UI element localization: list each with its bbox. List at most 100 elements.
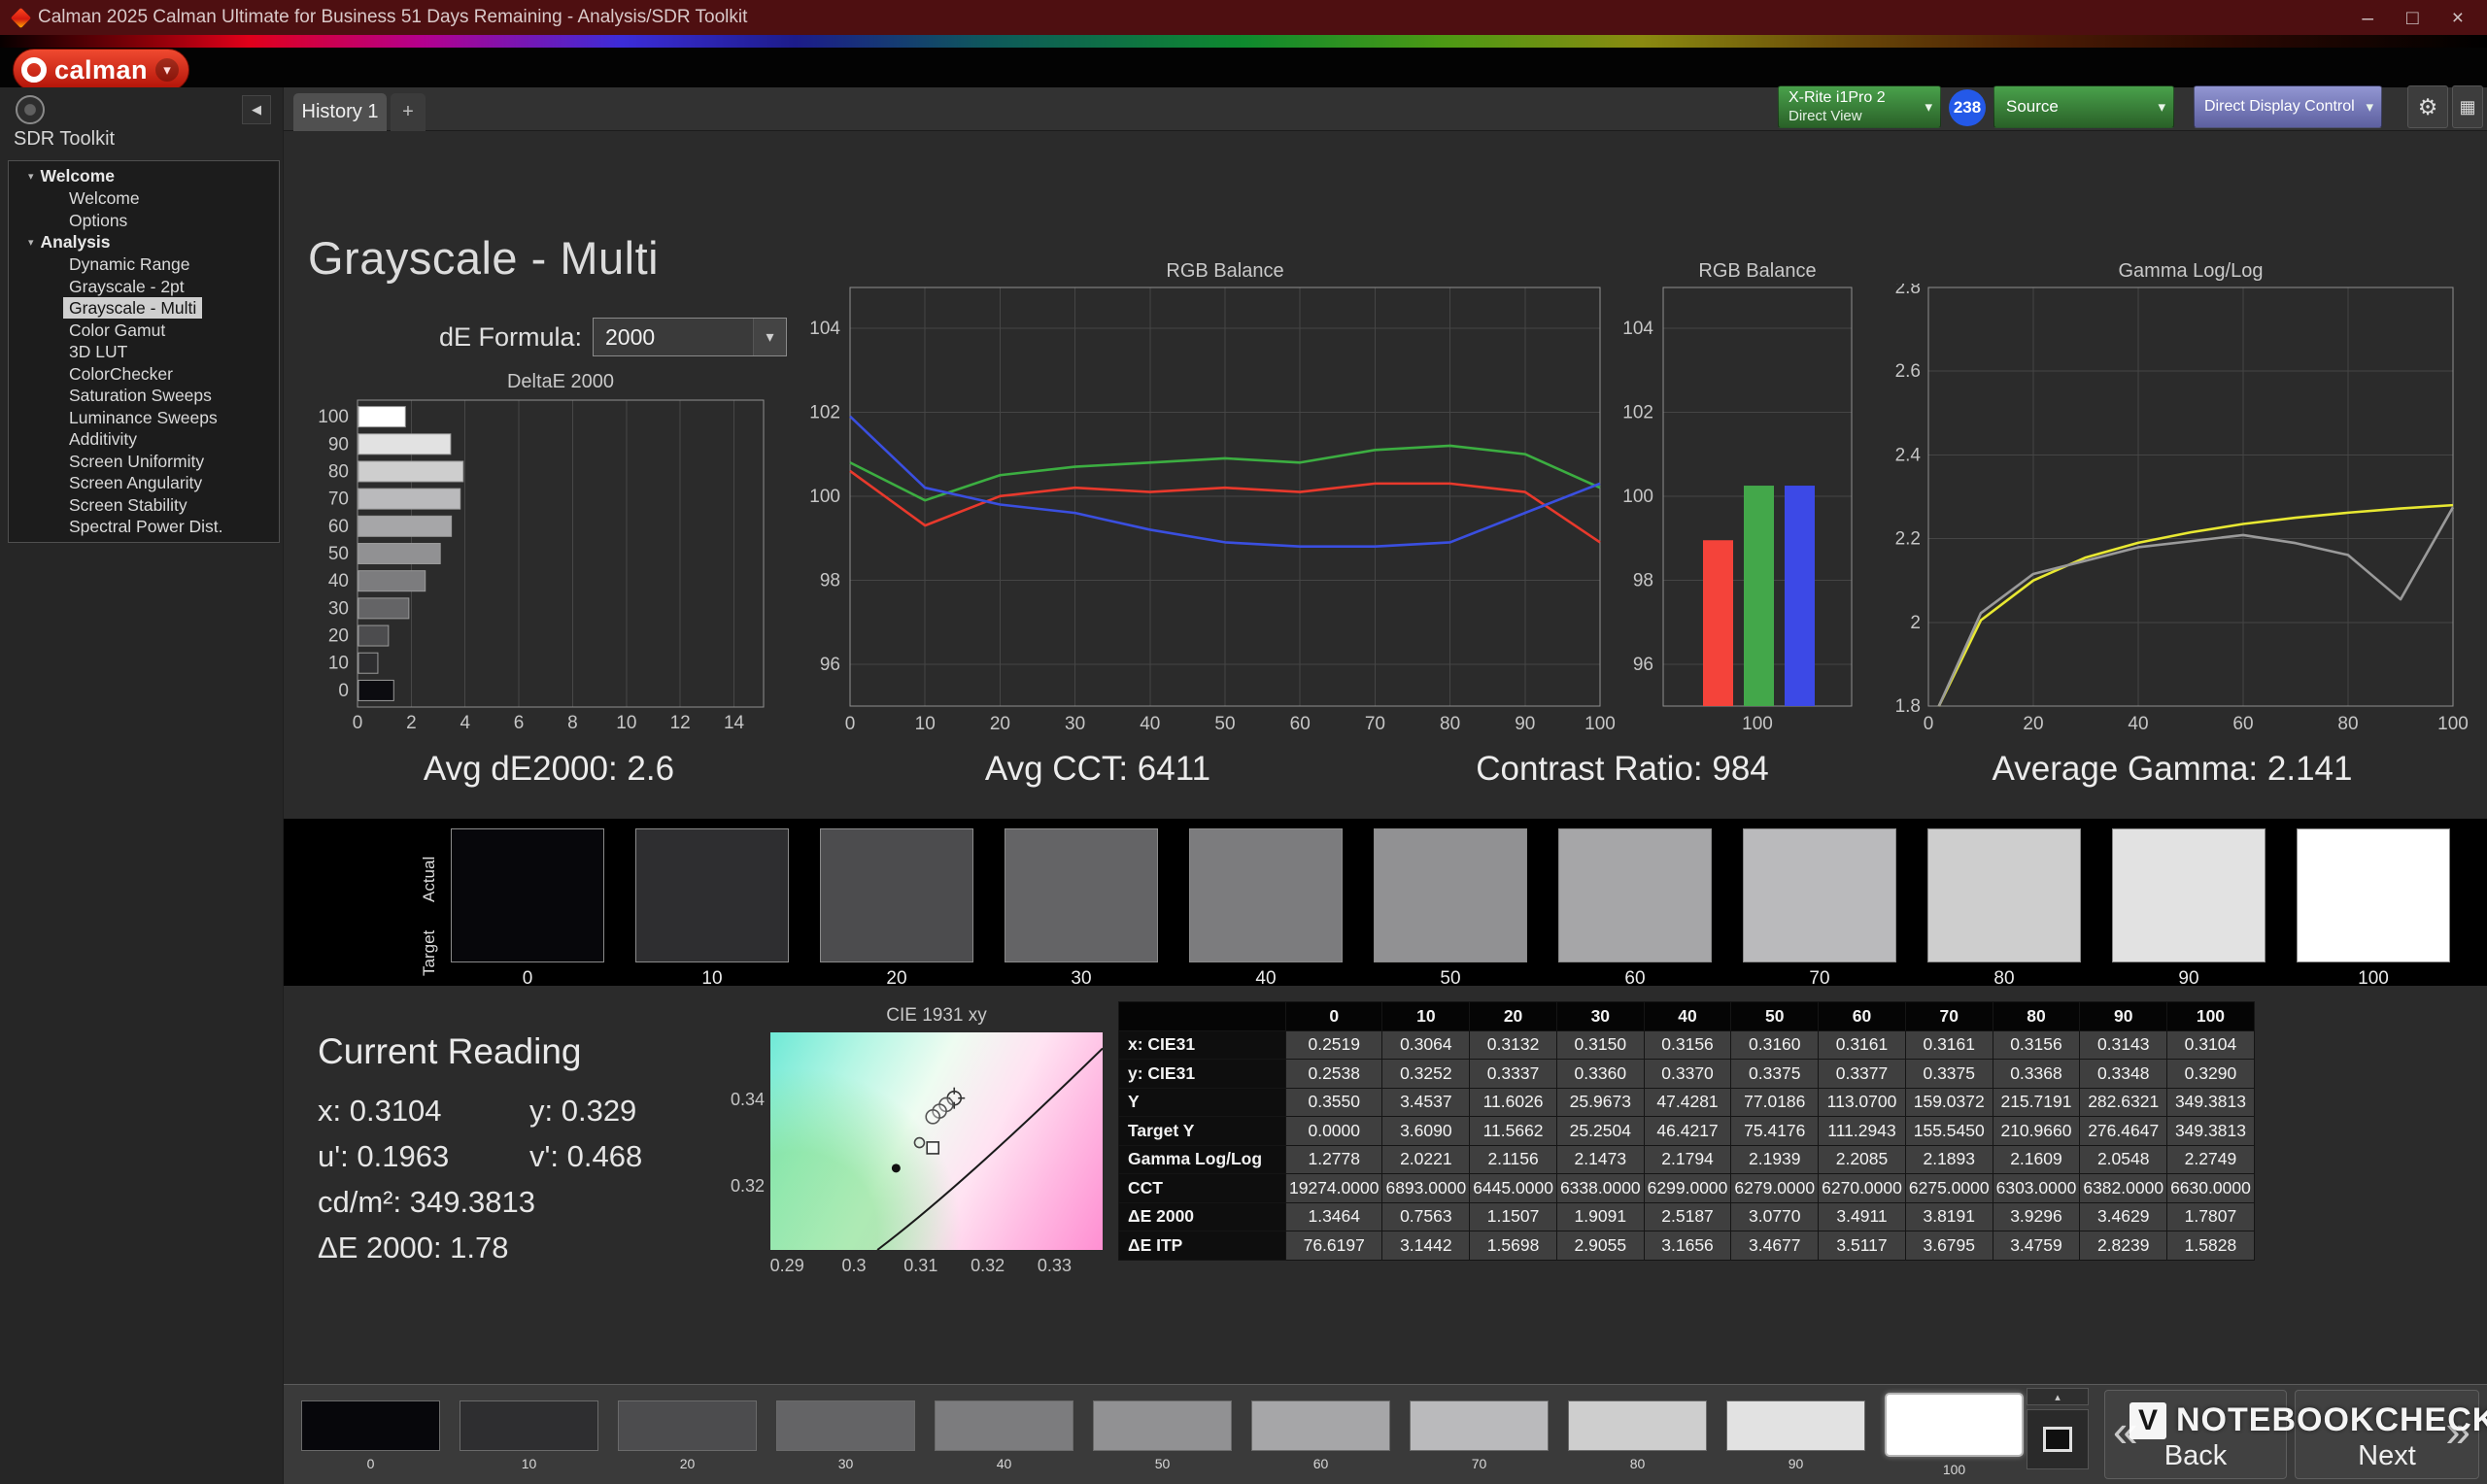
close-button[interactable]: × [2452, 8, 2464, 28]
sidebar-item-additivity[interactable]: Additivity [9, 428, 279, 451]
svg-text:70: 70 [328, 489, 349, 510]
table-cell: 2.1794 [1643, 1144, 1732, 1174]
grayscale-swatch-80 [1927, 828, 2081, 962]
sidebar-collapse-button[interactable]: ◀ [242, 95, 271, 124]
pattern-level-100[interactable]: 100 [1885, 1393, 2024, 1477]
sidebar-item-screen-stability[interactable]: Screen Stability [9, 494, 279, 517]
sidebar-item-spectral-power-dist[interactable]: Spectral Power Dist. [9, 516, 279, 538]
grayscale-swatch-60 [1558, 828, 1712, 962]
table-cell: 3.4759 [1992, 1231, 2081, 1261]
table-cell: 6299.0000 [1643, 1173, 1732, 1203]
table-cell: 0.3132 [1469, 1029, 1557, 1060]
chart-title: DeltaE 2000 [506, 371, 615, 392]
sidebar-item-grayscale-multi[interactable]: Grayscale - Multi [9, 297, 279, 320]
restore-button[interactable]: □ [2406, 8, 2419, 28]
tree-group-analysis[interactable]: ▾ Analysis [9, 231, 279, 253]
pattern-level-80[interactable]: 80 [1568, 1400, 1707, 1471]
sidebar-item-welcome[interactable]: Welcome [9, 187, 279, 210]
sidebar-item-color-gamut[interactable]: Color Gamut [9, 320, 279, 342]
table-row-label: CCT [1118, 1173, 1286, 1203]
svg-text:98: 98 [820, 570, 840, 590]
table-cell: 276.4647 [2079, 1116, 2168, 1146]
pattern-level-0[interactable]: 0 [301, 1400, 440, 1471]
pattern-level-swatch [1093, 1400, 1232, 1451]
pattern-level-50[interactable]: 50 [1093, 1400, 1232, 1471]
table-cell: 6382.0000 [2079, 1173, 2168, 1203]
svg-text:2.8: 2.8 [1895, 284, 1921, 298]
de-formula-select[interactable]: 2000 ▾ [593, 318, 787, 356]
pattern-level-20[interactable]: 20 [618, 1400, 757, 1471]
sidebar-item-grayscale-2pt[interactable]: Grayscale - 2pt [9, 276, 279, 298]
svg-text:40: 40 [2128, 714, 2148, 734]
svg-text:100: 100 [2437, 714, 2469, 734]
sidebar-item-saturation-sweeps[interactable]: Saturation Sweeps [9, 385, 279, 407]
table-cell: 111.2943 [1818, 1116, 1906, 1146]
svg-text:70: 70 [1365, 714, 1385, 734]
svg-text:80: 80 [328, 461, 349, 482]
grayscale-swatch-cell-100: 100 [2297, 828, 2450, 990]
table-cell: 11.5662 [1469, 1116, 1557, 1146]
pattern-level-label: 100 [1942, 1462, 1966, 1477]
table-cell: 113.0700 [1818, 1087, 1906, 1117]
svg-text:80: 80 [2337, 714, 2358, 734]
cie-xtick: 0.33 [1037, 1256, 1072, 1275]
gamma-chart-canvas: 0 20 40 60 80 100 2.8 2.6 2.4 2.2 2 1.8 [1895, 284, 2469, 734]
pattern-level-90[interactable]: 90 [1726, 1400, 1865, 1471]
expander-icon[interactable]: ▾ [28, 236, 34, 249]
svg-text:4: 4 [460, 713, 470, 733]
sidebar-item-options[interactable]: Options [9, 210, 279, 232]
pattern-level-40[interactable]: 40 [935, 1400, 1073, 1471]
grayscale-swatch-label: 30 [1071, 968, 1092, 989]
meter-count-badge[interactable]: 238 [1949, 89, 1986, 126]
add-tab-button[interactable]: + [391, 93, 426, 131]
sidebar-item-3d-lut[interactable]: 3D LUT [9, 341, 279, 363]
display-control-button[interactable]: Direct Display Control ▾ [2194, 85, 2382, 128]
pattern-bar-expand-button[interactable]: ▴ [2027, 1388, 2089, 1405]
svg-text:0: 0 [353, 713, 363, 733]
layout-button[interactable]: ▦ [2452, 85, 2483, 128]
grayscale-swatch-20 [820, 828, 973, 962]
workflow-icon[interactable] [16, 95, 45, 124]
table-cell: 2.1939 [1730, 1144, 1820, 1174]
table-row: Target Y 0.0000 3.6090 11.5662 25.2504 46.421… [1118, 1116, 2255, 1146]
window-title: Calman 2025 Calman Ultimate for Business… [38, 7, 748, 27]
table-row-label: ΔE ITP [1118, 1231, 1286, 1261]
source-select-button[interactable]: Source ▾ [1993, 85, 2174, 128]
pattern-level-30[interactable]: 30 [776, 1400, 915, 1471]
sidebar-item-dynamic-range[interactable]: Dynamic Range [9, 253, 279, 276]
calman-menu-button[interactable]: calman ▾ [13, 49, 190, 91]
sidebar-item-screen-angularity[interactable]: Screen Angularity [9, 472, 279, 494]
tree-group-welcome[interactable]: ▾ Welcome [9, 165, 279, 187]
table-cell: 0.3161 [1904, 1029, 1993, 1060]
svg-text:2: 2 [406, 713, 417, 733]
pattern-level-label: 30 [837, 1456, 854, 1471]
grayscale-swatch-cell-90: 90 [2112, 828, 2266, 990]
sidebar-item-luminance-sweeps[interactable]: Luminance Sweeps [9, 407, 279, 429]
grayscale-swatch-label: 90 [2178, 968, 2199, 989]
table-cell: 6270.0000 [1818, 1173, 1906, 1203]
svg-text:60: 60 [1290, 714, 1311, 734]
svg-text:6: 6 [514, 713, 525, 733]
sidebar-item-colorchecker[interactable]: ColorChecker [9, 363, 279, 386]
current-reading-de: ΔE 2000: 1.78 [318, 1231, 509, 1265]
svg-text:90: 90 [1515, 714, 1535, 734]
pattern-window-button[interactable] [2027, 1409, 2089, 1469]
svg-text:12: 12 [670, 713, 691, 733]
meter-select-button[interactable]: X-Rite i1Pro 2 Direct View ▾ [1778, 85, 1941, 128]
svg-text:2: 2 [1910, 613, 1921, 633]
expander-icon[interactable]: ▾ [28, 170, 34, 183]
sidebar-item-screen-uniformity[interactable]: Screen Uniformity [9, 451, 279, 473]
minimize-button[interactable]: – [2362, 8, 2373, 28]
table-cell: 0.7563 [1381, 1201, 1471, 1231]
table-col-header: 90 [2079, 1001, 2168, 1031]
pattern-level-70[interactable]: 70 [1410, 1400, 1549, 1471]
settings-button[interactable]: ⚙ [2407, 85, 2448, 128]
pattern-level-10[interactable]: 10 [460, 1400, 598, 1471]
pattern-level-60[interactable]: 60 [1251, 1400, 1390, 1471]
grayscale-swatch-label: 70 [1809, 968, 1830, 989]
tab-history-1[interactable]: History 1 [293, 93, 387, 131]
table-cell: 155.5450 [1904, 1116, 1993, 1146]
grayscale-swatch-label: 10 [701, 968, 723, 989]
table-cell: 19274.0000 [1284, 1173, 1383, 1203]
table-cell: 3.4629 [2079, 1201, 2168, 1231]
